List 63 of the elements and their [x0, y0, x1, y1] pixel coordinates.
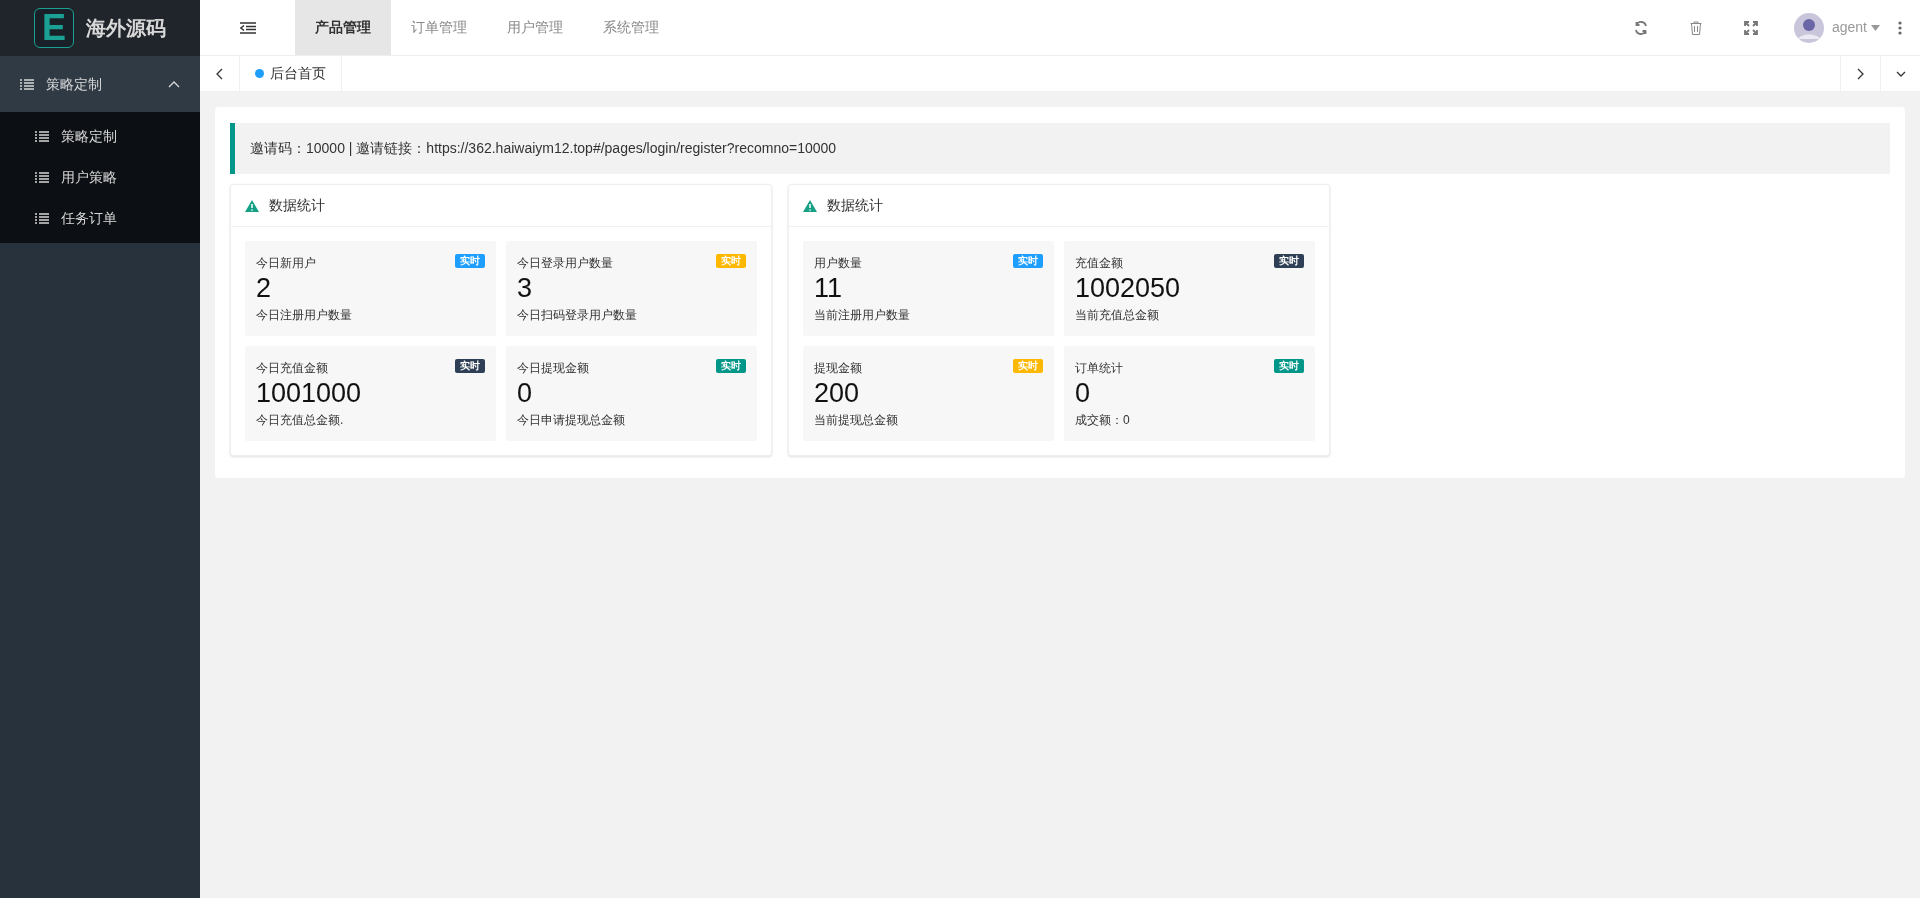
- nav-tab[interactable]: 产品管理: [295, 0, 391, 55]
- stat-value: 11: [814, 272, 844, 304]
- stat-label: 充值金额: [1075, 255, 1123, 272]
- stat-note: 当前注册用户数量: [814, 307, 911, 324]
- stat-note: 当前充值总金额: [1075, 307, 1160, 324]
- stat-note: 今日申请提现总金额: [517, 412, 626, 429]
- nav-tab[interactable]: 用户管理: [487, 0, 583, 55]
- stat-note: 今日充值总金额.: [256, 412, 345, 429]
- stat-label: 今日新用户: [256, 255, 316, 272]
- sidebar-subitem[interactable]: 策略定制: [0, 116, 200, 157]
- stat-value: 2: [256, 272, 273, 304]
- card-title: 数据统计: [827, 196, 883, 215]
- status-badge: 实时: [455, 254, 485, 268]
- stat-note: 今日注册用户数量: [256, 307, 353, 324]
- sidebar-item[interactable]: 策略定制: [0, 56, 200, 112]
- stat-label: 今日充值金额: [256, 360, 328, 377]
- card-title: 数据统计: [269, 196, 325, 215]
- stat-value: 0: [1075, 377, 1092, 409]
- stat-note: 成交额：0: [1075, 412, 1131, 429]
- warning-icon: [803, 199, 817, 212]
- stat-label: 今日登录用户数量: [517, 255, 613, 272]
- list-icon: [35, 213, 49, 224]
- stat-value: 1001000: [256, 377, 363, 409]
- chevron-right-icon: [1857, 67, 1864, 80]
- stat-note: 今日扫码登录用户数量: [517, 307, 638, 324]
- status-badge: 实时: [455, 359, 485, 373]
- status-badge: 实时: [1274, 254, 1304, 268]
- trash-icon: [1690, 20, 1703, 35]
- expand-icon: [1744, 20, 1759, 35]
- chevron-up-icon: [168, 80, 180, 88]
- chevron-left-icon: [216, 67, 223, 80]
- stat-note: 当前提现总金额: [814, 412, 899, 429]
- caret-icon: [1871, 24, 1880, 31]
- status-badge: 实时: [1274, 359, 1304, 373]
- page-tab[interactable]: 后台首页: [240, 56, 342, 91]
- stat-value: 200: [814, 377, 861, 409]
- avatar-icon: [1793, 12, 1824, 43]
- stat-value: 0: [517, 377, 534, 409]
- stat-value: 1002050: [1075, 272, 1182, 304]
- invite-notice: 邀请码：10000 | 邀请链接：https://362.haiwaiym12.top#/pages/login/register?recomno=10000: [230, 123, 1890, 174]
- nav-tab[interactable]: 系统管理: [583, 0, 679, 55]
- refresh-icon: [1634, 20, 1649, 35]
- status-badge: 实时: [1013, 359, 1043, 373]
- more-icon: [1898, 20, 1902, 35]
- warning-icon: [245, 199, 259, 212]
- status-badge: 实时: [716, 254, 746, 268]
- list-icon: [35, 131, 49, 142]
- status-badge: 实时: [1013, 254, 1043, 268]
- stat-label: 今日提现金额: [517, 360, 589, 377]
- sidebar-subitem[interactable]: 任务订单: [0, 198, 200, 239]
- caret-icon: [1895, 70, 1906, 77]
- logo-icon: E: [34, 8, 74, 48]
- app-title: 海外源码: [86, 16, 166, 41]
- stat-label: 提现金额: [814, 360, 862, 377]
- list-icon: [20, 78, 34, 90]
- list-icon: [35, 172, 49, 183]
- stat-label: 用户数量: [814, 255, 862, 272]
- nav-tab[interactable]: 订单管理: [391, 0, 487, 55]
- sidebar-subitem[interactable]: 用户策略: [0, 157, 200, 198]
- status-badge: 实时: [716, 359, 746, 373]
- stat-value: 3: [517, 272, 534, 304]
- menu-fold-icon: [239, 21, 256, 34]
- stat-label: 订单统计: [1075, 360, 1123, 377]
